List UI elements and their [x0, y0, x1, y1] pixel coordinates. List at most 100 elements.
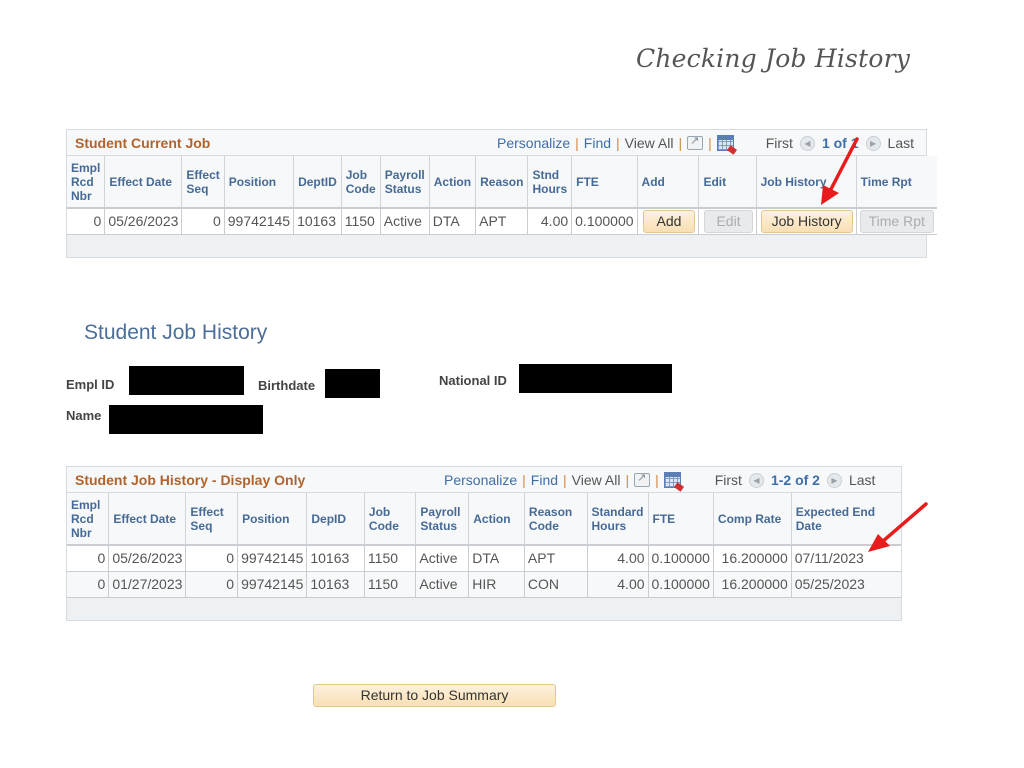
column-header: DeptID	[293, 156, 342, 209]
new-window-icon[interactable]	[687, 134, 704, 150]
grid-title: Student Current Job	[75, 135, 211, 151]
column-header: Payroll Status	[380, 156, 430, 209]
column-header: Payroll Status	[415, 493, 470, 546]
add-button[interactable]: Add	[642, 209, 696, 233]
first-link[interactable]: First	[766, 135, 793, 151]
current-job-table: Empl Rcd Nbr Effect Date Effect Seq Posi…	[67, 156, 937, 235]
page-heading: Student Job History	[84, 321, 268, 344]
view-all-link[interactable]: View All	[572, 472, 621, 488]
reason-code-cell: APT	[524, 545, 588, 572]
return-to-job-summary-button[interactable]: Return to Job Summary	[313, 684, 556, 707]
national-id-redacted	[519, 364, 672, 393]
separator: |	[575, 135, 579, 151]
student-current-job-grid: Student Current Job Personalize | Find |…	[66, 129, 937, 258]
grid-nav: Personalize | Find | View All | | First …	[497, 134, 914, 151]
edit-cell: Edit	[698, 208, 757, 235]
column-header: Reason Code	[524, 493, 588, 546]
action-cell: HIR	[468, 571, 525, 598]
column-header: Reason	[475, 156, 529, 209]
payroll-status-cell: Active	[415, 545, 470, 572]
standard-hours-cell: 4.00	[587, 571, 649, 598]
effect-date-cell: 05/26/2023	[104, 208, 183, 235]
pagination: First ◀ 1 of 1 ▶ Last	[766, 135, 914, 151]
new-window-icon[interactable]	[634, 471, 651, 487]
first-link[interactable]: First	[715, 472, 742, 488]
grid-title: Student Job History - Display Only	[75, 472, 306, 488]
effect-seq-cell: 0	[185, 545, 239, 572]
last-link[interactable]: Last	[849, 472, 875, 488]
comp-rate-cell: 16.200000	[713, 571, 792, 598]
column-header: Effect Date	[108, 493, 187, 546]
column-header: Empl Rcd Nbr	[67, 493, 110, 546]
previous-arrow-icon[interactable]: ◀	[799, 135, 815, 151]
add-cell: Add	[637, 208, 700, 235]
download-to-excel-icon[interactable]	[716, 135, 734, 151]
job-code-cell: 1150	[341, 208, 381, 235]
birthdate-redacted	[325, 369, 380, 398]
slide-title: Checking Job History	[636, 44, 911, 73]
page-indicator: 1 of 1	[821, 135, 859, 151]
view-all-link[interactable]: View All	[625, 135, 674, 151]
empl-id-label: Empl ID	[66, 377, 115, 392]
table-row: 0 05/26/2023 0 99742145 10163 1150 Activ…	[67, 208, 937, 235]
depid-cell: 10163	[306, 545, 365, 572]
column-header: Add	[637, 156, 700, 209]
position-cell: 99742145	[237, 545, 308, 572]
job-code-cell: 1150	[364, 571, 417, 598]
deptid-cell: 10163	[293, 208, 342, 235]
next-arrow-icon[interactable]: ▶	[826, 472, 842, 488]
reason-cell: APT	[475, 208, 529, 235]
column-header: FTE	[648, 493, 714, 546]
empl-rcd-cell: 0	[67, 208, 106, 235]
column-header: Action	[429, 156, 477, 209]
column-header: FTE	[571, 156, 638, 209]
next-arrow-icon[interactable]: ▶	[865, 135, 881, 151]
job-history-cell: Job History	[756, 208, 857, 235]
download-to-excel-icon[interactable]	[663, 472, 681, 488]
table-row: 0 01/27/2023 0 99742145 10163 1150 Activ…	[67, 571, 901, 598]
fte-cell: 0.100000	[571, 208, 638, 235]
separator: |	[563, 472, 567, 488]
standard-hours-cell: 4.00	[587, 545, 649, 572]
separator: |	[616, 135, 620, 151]
stnd-hours-cell: 4.00	[527, 208, 573, 235]
column-header: Effect Date	[104, 156, 183, 209]
effect-date-cell: 01/27/2023	[108, 571, 187, 598]
grid-nav: Personalize | Find | View All | | First …	[444, 471, 876, 488]
student-job-history-grid: Student Job History - Display Only Perso…	[66, 466, 902, 621]
column-header: Position	[224, 156, 295, 209]
expected-end-date-cell: 07/11/2023	[791, 545, 901, 572]
reason-code-cell: CON	[524, 571, 588, 598]
time-rpt-cell: Time Rpt	[856, 208, 937, 235]
effect-seq-cell: 0	[181, 208, 225, 235]
column-header: Effect Seq	[185, 493, 239, 546]
time-rpt-button[interactable]: Time Rpt	[859, 209, 934, 233]
column-header: Position	[237, 493, 308, 546]
separator: |	[678, 135, 683, 151]
column-header: Empl Rcd Nbr	[67, 156, 106, 209]
grid-footer	[67, 234, 926, 257]
find-link[interactable]: Find	[531, 472, 558, 488]
edit-button[interactable]: Edit	[704, 209, 753, 233]
pagination: First ◀ 1-2 of 2 ▶ Last	[715, 472, 876, 488]
personalize-link[interactable]: Personalize	[444, 472, 517, 488]
position-cell: 99742145	[237, 571, 308, 598]
personalize-link[interactable]: Personalize	[497, 135, 570, 151]
previous-arrow-icon[interactable]: ◀	[748, 472, 764, 488]
job-history-button[interactable]: Job History	[760, 209, 853, 233]
separator: |	[522, 472, 526, 488]
find-link[interactable]: Find	[584, 135, 611, 151]
grid-header: Student Job History - Display Only Perso…	[67, 467, 901, 493]
action-cell: DTA	[429, 208, 477, 235]
column-header: DepID	[306, 493, 365, 546]
national-id-label: National ID	[439, 373, 507, 388]
last-link[interactable]: Last	[888, 135, 914, 151]
column-header: Job Code	[341, 156, 381, 209]
column-header: Time Rpt	[856, 156, 937, 209]
column-header: Standard Hours	[587, 493, 649, 546]
empl-rcd-cell: 0	[67, 571, 110, 598]
depid-cell: 10163	[306, 571, 365, 598]
column-header: Effect Seq	[181, 156, 225, 209]
payroll-status-cell: Active	[380, 208, 430, 235]
name-redacted	[109, 405, 263, 434]
